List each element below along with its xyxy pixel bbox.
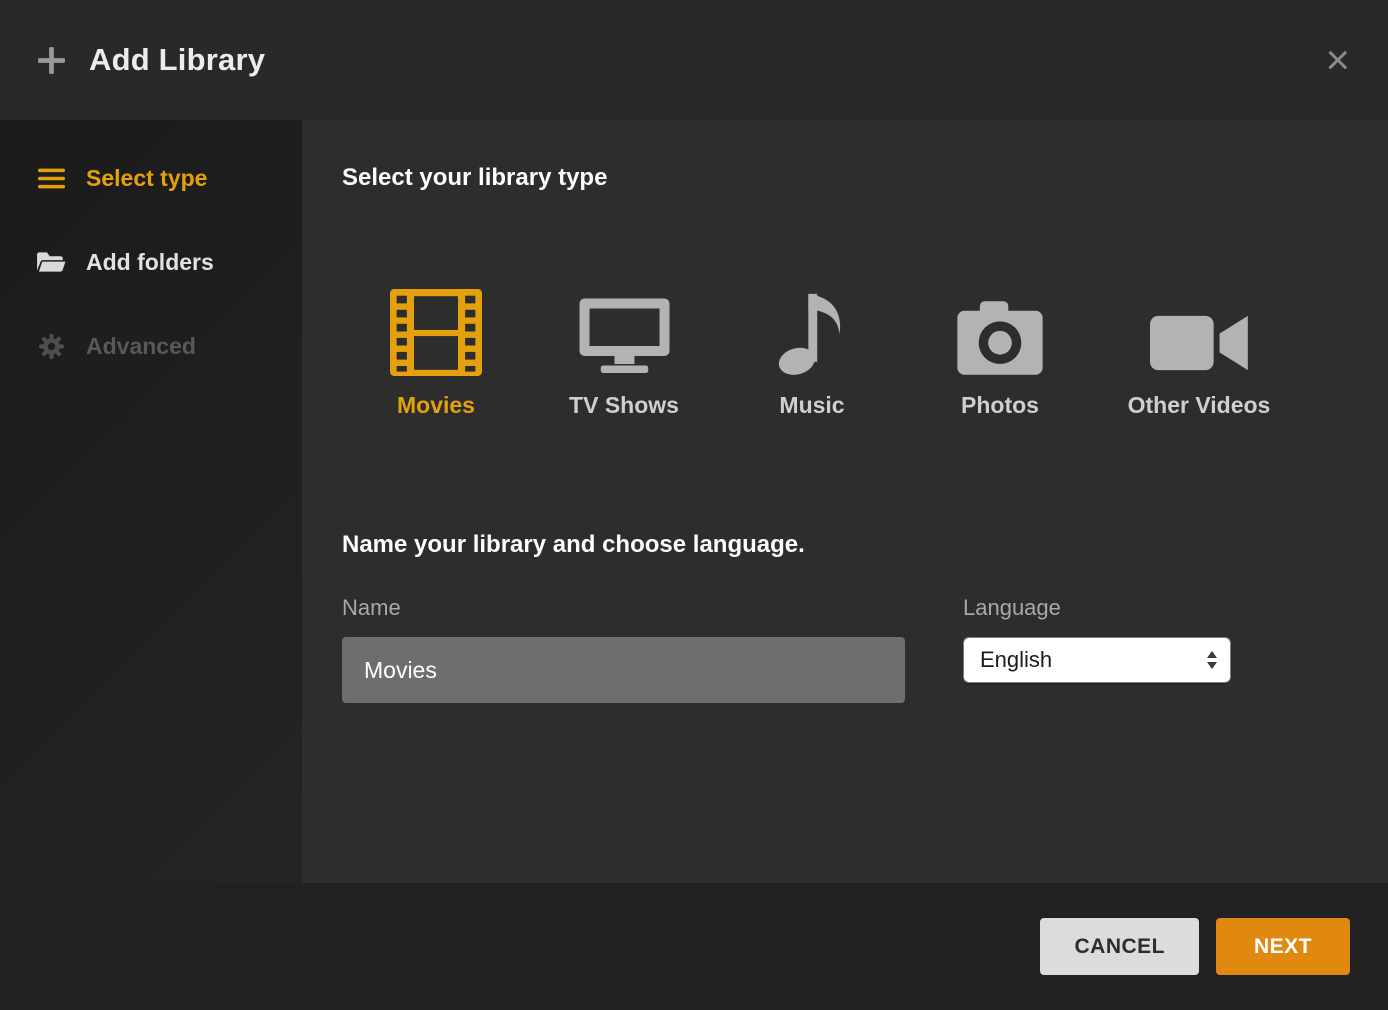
sidebar-item-select-type[interactable]: Select type: [0, 136, 302, 220]
camera-icon: [955, 286, 1045, 376]
film-strip-icon: [390, 286, 482, 376]
library-type-music[interactable]: Music: [718, 286, 906, 419]
library-type-label: TV Shows: [569, 392, 679, 419]
next-button[interactable]: NEXT: [1216, 918, 1350, 975]
sidebar-item-label: Advanced: [86, 333, 196, 360]
dialog-body: Select type Add folders: [0, 120, 1388, 883]
library-type-label: Photos: [961, 392, 1039, 419]
tv-icon: [577, 286, 672, 376]
name-section-title: Name your library and choose language.: [342, 531, 1348, 559]
library-type-other-videos[interactable]: Other Videos: [1094, 286, 1304, 419]
language-selected-value: English: [980, 647, 1052, 673]
language-field-group: Language English: [963, 595, 1231, 683]
close-icon[interactable]: ×: [1325, 39, 1350, 81]
dialog-footer: CANCEL NEXT: [0, 883, 1388, 1010]
library-type-label: Movies: [397, 392, 475, 419]
name-field-group: Name: [342, 595, 905, 703]
gear-icon: [36, 333, 66, 360]
library-type-label: Music: [779, 392, 844, 419]
library-type-label: Other Videos: [1128, 392, 1271, 419]
sidebar-item-label: Select type: [86, 165, 207, 192]
language-label: Language: [963, 595, 1231, 621]
library-type-picker: Movies TV Shows: [342, 286, 1348, 419]
name-label: Name: [342, 595, 905, 621]
language-select[interactable]: English: [963, 637, 1231, 683]
cancel-button[interactable]: CANCEL: [1040, 918, 1199, 975]
sidebar-item-label: Add folders: [86, 249, 214, 276]
sidebar-item-add-folders[interactable]: Add folders: [0, 220, 302, 304]
sidebar-item-advanced: Advanced: [0, 304, 302, 388]
wizard-steps-sidebar: Select type Add folders: [0, 120, 302, 883]
name-language-fields: Name Language English: [342, 595, 1348, 703]
camcorder-icon: [1150, 286, 1249, 376]
list-icon: [36, 168, 66, 189]
library-type-section-title: Select your library type: [342, 164, 1348, 192]
select-spinner-icon: [1206, 650, 1218, 670]
plus-icon: [36, 45, 67, 76]
dialog-title: Add Library: [89, 42, 265, 78]
dialog-header: Add Library ×: [0, 0, 1388, 120]
library-type-tv-shows[interactable]: TV Shows: [530, 286, 718, 419]
folder-icon: [36, 250, 66, 274]
music-note-icon: [778, 286, 846, 376]
library-type-photos[interactable]: Photos: [906, 286, 1094, 419]
add-library-dialog: Add Library × Select type: [0, 0, 1388, 1010]
library-name-input[interactable]: [342, 637, 905, 703]
dialog-main: Select your library type: [302, 120, 1388, 883]
library-type-movies[interactable]: Movies: [342, 286, 530, 419]
